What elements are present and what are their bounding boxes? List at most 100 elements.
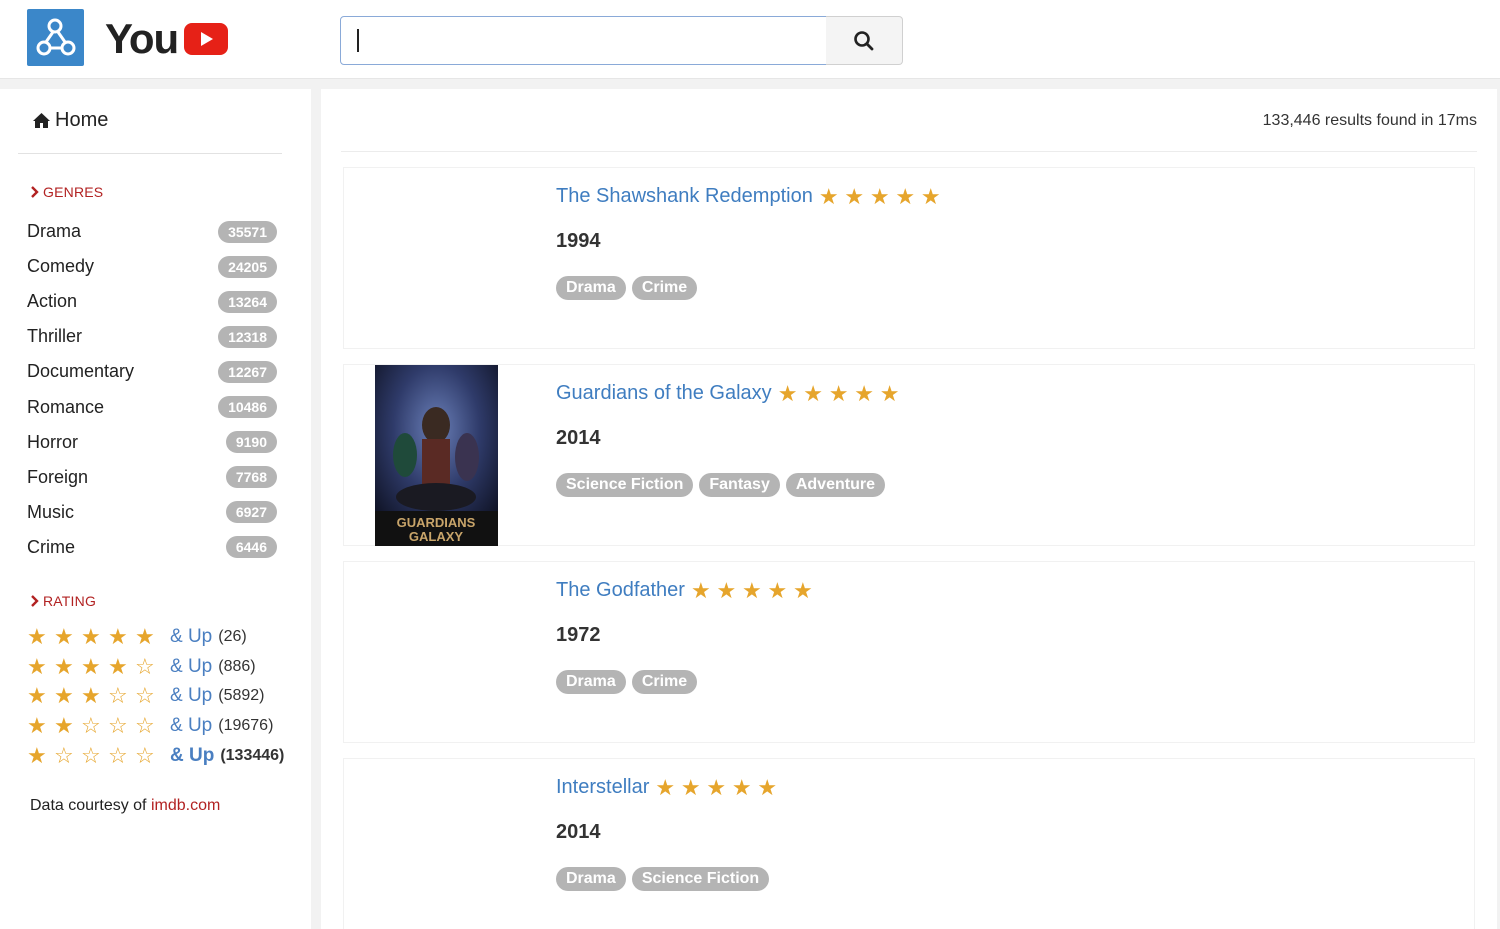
sidebar: Home GENRES Drama 35571 Comedy 24205 Action 1… <box>0 89 311 929</box>
genre-item[interactable]: Comedy 24205 <box>27 249 277 284</box>
svg-text:GUARDIANS: GUARDIANS <box>397 515 476 530</box>
movie-year: 2014 <box>556 821 601 843</box>
genre-name: Documentary <box>27 361 135 382</box>
molecule-icon <box>36 18 75 55</box>
movie-card: The Godfather ★ ★ ★ ★ ★ 1972 Drama Crime <box>343 561 1475 743</box>
search-button[interactable] <box>826 16 903 65</box>
rating-count: (133446) <box>220 746 285 764</box>
star-icon: ★ <box>767 577 788 603</box>
rating-stars: ★ ★ ☆ ☆ ☆ <box>27 712 162 738</box>
genre-tag[interactable]: Crime <box>631 670 698 694</box>
star-icon: ★ <box>757 774 778 800</box>
rating-filter[interactable]: ★ ☆ ☆ ☆ ☆ & Up (133446) <box>27 741 284 771</box>
movie-card: Interstellar ★ ★ ★ ★ ★ 2014 Drama Science Fictio… <box>343 758 1475 929</box>
genre-item[interactable]: Documentary 12267 <box>27 354 277 389</box>
genre-item[interactable]: Drama 35571 <box>27 214 277 249</box>
chevron-right-icon <box>31 186 39 198</box>
genre-tag[interactable]: Fantasy <box>699 473 780 497</box>
star-icon: ★ <box>655 774 676 800</box>
genres-heading: GENRES <box>30 184 103 200</box>
header: You <box>0 0 1500 79</box>
movie-title-link[interactable]: The Godfather <box>556 579 685 602</box>
star-icon: ★ <box>27 683 47 709</box>
movie-title-link[interactable]: The Shawshank Redemption <box>556 185 813 208</box>
rating-heading-label: RATING <box>43 593 97 609</box>
star-icon: ★ <box>81 653 101 679</box>
star-icon: ★ <box>27 742 47 768</box>
star-icon: ★ <box>920 183 941 209</box>
movie-year: 2014 <box>556 427 601 449</box>
genre-tag[interactable]: Drama <box>556 276 626 300</box>
brand[interactable]: You <box>105 14 229 64</box>
results-info: 133,446 results found in 17ms <box>1262 112 1477 129</box>
genre-list: Drama 35571 Comedy 24205 Action 13264 Thriller… <box>27 214 277 565</box>
genre-item[interactable]: Romance 10486 <box>27 389 277 424</box>
star-icon: ★ <box>895 183 916 209</box>
rating-stars: ★ ★ ★ ☆ ☆ <box>27 685 162 707</box>
svg-text:GALAXY: GALAXY <box>409 529 464 544</box>
genre-tag[interactable]: Crime <box>631 276 698 300</box>
movie-year: 1994 <box>556 230 601 252</box>
genre-count-badge: 10486 <box>218 396 277 419</box>
star-icon: ★ <box>54 683 74 709</box>
search-input[interactable] <box>340 16 827 65</box>
star-icon: ★ <box>27 653 47 679</box>
star-icon: ★ <box>869 183 890 209</box>
genre-count-badge: 6446 <box>225 536 277 559</box>
home-link[interactable]: Home <box>32 109 108 132</box>
star-icon: ★ <box>706 774 727 800</box>
text-caret <box>357 29 359 52</box>
genre-item[interactable]: Music 6927 <box>27 495 277 530</box>
movie-title-link[interactable]: Guardians of the Galaxy <box>556 382 772 405</box>
genre-name: Crime <box>27 536 75 557</box>
rating-up-label: & Up <box>170 714 213 736</box>
rating-up-label: & Up <box>170 625 213 647</box>
star-outline-icon: ☆ <box>135 712 155 738</box>
genre-tag[interactable]: Science Fiction <box>631 867 770 891</box>
star-outline-icon: ☆ <box>108 683 128 709</box>
rating-up-label: & Up <box>170 685 213 707</box>
genre-name: Comedy <box>27 256 95 277</box>
movie-genre-tags: Science Fiction Fantasy Adventure <box>556 473 891 497</box>
courtesy: Data courtesy of imdb.com <box>30 797 220 815</box>
genre-tag[interactable]: Adventure <box>785 473 885 497</box>
rating-count: (886) <box>218 657 256 675</box>
rating-up-label: & Up <box>170 655 213 677</box>
genre-tag[interactable]: Science Fiction <box>556 473 694 497</box>
imdb-link[interactable]: imdb.com <box>151 797 220 814</box>
star-outline-icon: ☆ <box>135 742 155 768</box>
genre-item[interactable]: Horror 9190 <box>27 425 277 460</box>
rating-filter[interactable]: ★ ★ ★ ★ ★ & Up (26) <box>27 622 284 652</box>
rating-filter[interactable]: ★ ★ ★ ☆ ☆ & Up (5892) <box>27 681 284 711</box>
movie-poster[interactable]: GUARDIANS GALAXY <box>375 365 498 546</box>
movie-genre-tags: Drama Crime <box>556 670 703 694</box>
rating-stars: ★ ☆ ☆ ☆ ☆ <box>27 742 162 768</box>
star-icon: ★ <box>108 653 128 679</box>
genre-name: Action <box>27 291 78 312</box>
rating-filter[interactable]: ★ ★ ☆ ☆ ☆ & Up (19676) <box>27 711 284 741</box>
courtesy-text: Data courtesy of <box>30 797 151 814</box>
genre-tag[interactable]: Drama <box>556 867 626 891</box>
chevron-right-icon <box>31 595 39 607</box>
star-icon: ★ <box>854 380 874 406</box>
genre-item[interactable]: Foreign 7768 <box>27 460 277 495</box>
genre-tag[interactable]: Drama <box>556 670 626 694</box>
movie-card: GUARDIANS GALAXY Guardians of the Galaxy ★ ★… <box>343 364 1475 546</box>
star-icon: ★ <box>27 712 47 738</box>
genre-count-badge: 12267 <box>218 360 277 383</box>
genre-item[interactable]: Thriller 12318 <box>27 319 277 354</box>
movie-title-link[interactable]: Interstellar <box>556 776 649 799</box>
genre-item[interactable]: Action 13264 <box>27 284 277 319</box>
genre-name: Thriller <box>27 326 83 347</box>
logo-icon[interactable] <box>27 9 84 66</box>
rating-up-label: & Up <box>170 744 215 766</box>
star-icon: ★ <box>690 577 711 603</box>
star-outline-icon: ☆ <box>108 712 128 738</box>
star-outline-icon: ☆ <box>108 742 128 768</box>
movie-title-row: The Shawshank Redemption ★ ★ ★ ★ ★ <box>556 185 946 208</box>
genre-item[interactable]: Crime 6446 <box>27 530 277 565</box>
star-icon: ★ <box>741 577 762 603</box>
star-outline-icon: ☆ <box>135 653 155 679</box>
movie-genre-tags: Drama Crime <box>556 276 703 300</box>
rating-filter[interactable]: ★ ★ ★ ★ ☆ & Up (886) <box>27 652 284 682</box>
